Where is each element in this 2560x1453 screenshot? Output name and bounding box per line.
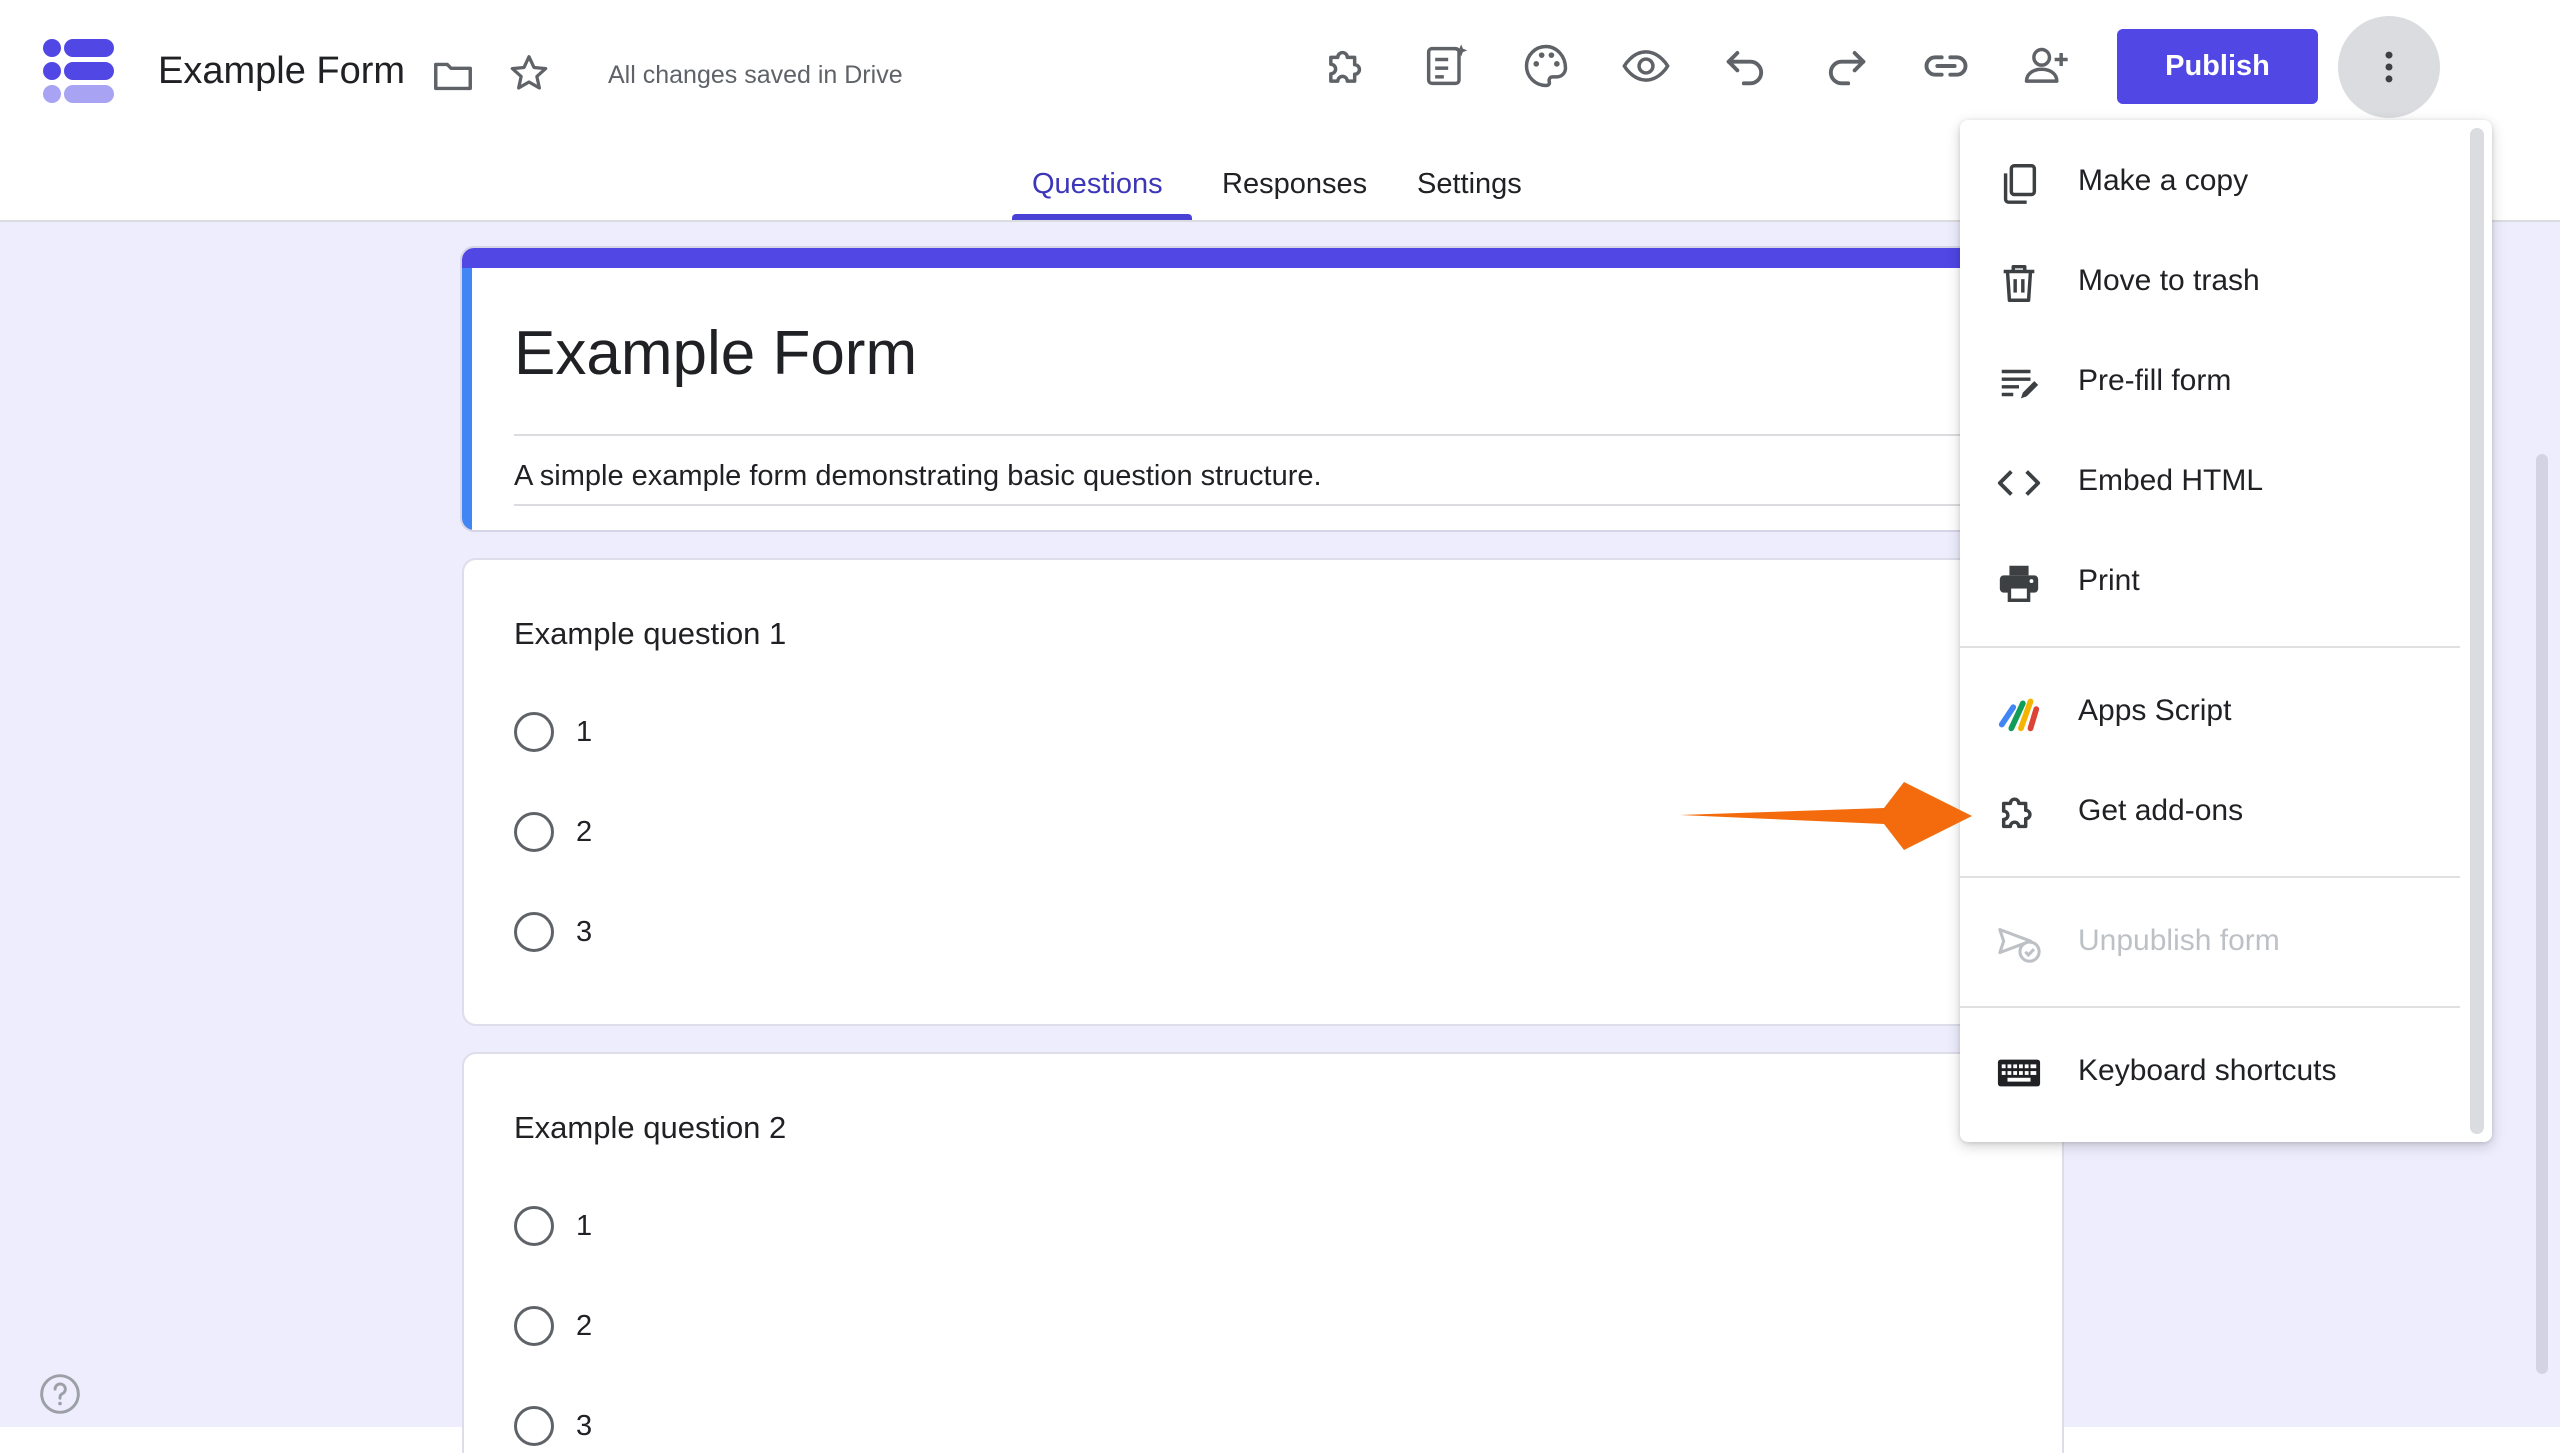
save-status: All changes saved in Drive xyxy=(608,61,903,89)
keyboard-icon xyxy=(1996,1050,2042,1096)
menu-item-label: Print xyxy=(2078,564,2140,597)
undo-icon[interactable] xyxy=(1720,40,1772,92)
more-options-button[interactable] xyxy=(2338,16,2440,118)
option-label: 2 xyxy=(576,1309,593,1342)
radio-option[interactable]: 2 xyxy=(514,810,592,854)
menu-item-apps-script[interactable]: Apps Script xyxy=(1960,662,2470,762)
menu-item-make-copy[interactable]: Make a copy xyxy=(1960,132,2470,232)
menu-item-label: Apps Script xyxy=(2078,694,2232,727)
menu-item-label: Embed HTML xyxy=(2078,464,2264,497)
radio-button[interactable] xyxy=(514,712,554,752)
page-scrollbar[interactable] xyxy=(2536,454,2548,1374)
form-description[interactable]: A simple example form demonstrating basi… xyxy=(514,460,1322,493)
star-icon[interactable] xyxy=(506,50,552,96)
code-icon xyxy=(1996,460,2042,506)
menu-divider xyxy=(1960,1006,2460,1008)
radio-option[interactable]: 2 xyxy=(514,1304,592,1348)
question-title[interactable]: Example question 2 xyxy=(514,1110,786,1146)
radio-option[interactable]: 3 xyxy=(514,1404,592,1448)
menu-item-label: Pre-fill form xyxy=(2078,364,2232,397)
link-icon[interactable] xyxy=(1920,40,1972,92)
form-title[interactable]: Example Form xyxy=(514,318,917,389)
radio-button[interactable] xyxy=(514,812,554,852)
menu-item-label: Keyboard shortcuts xyxy=(2078,1054,2337,1087)
menu-item-print[interactable]: Print xyxy=(1960,532,2470,632)
card-focus-bar xyxy=(462,268,472,530)
menu-scrollbar[interactable] xyxy=(2470,128,2484,1134)
help-icon[interactable] xyxy=(38,1372,82,1416)
copy-icon xyxy=(1996,160,2042,206)
folder-icon[interactable] xyxy=(430,52,476,98)
form-name[interactable]: Example Form xyxy=(158,50,405,93)
ai-form-icon[interactable] xyxy=(1420,40,1472,92)
add-ons-icon xyxy=(1996,790,2042,836)
menu-item-embed-html[interactable]: Embed HTML xyxy=(1960,432,2470,532)
tab-settings[interactable]: Settings xyxy=(1417,168,1522,201)
menu-item-get-add-ons[interactable]: Get add-ons xyxy=(1960,762,2470,862)
question-title[interactable]: Example question 1 xyxy=(514,616,786,652)
print-icon xyxy=(1996,560,2042,606)
menu-item-keyboard-shortcuts[interactable]: Keyboard shortcuts xyxy=(1960,1022,2470,1122)
option-label: 3 xyxy=(576,915,593,948)
add-collaborator-icon[interactable] xyxy=(2020,40,2072,92)
title-underline xyxy=(514,434,2014,436)
forms-logo-icon[interactable] xyxy=(40,38,116,104)
radio-button[interactable] xyxy=(514,1406,554,1446)
menu-item-label: Unpublish form xyxy=(2078,924,2280,957)
menu-item-unpublish-form: Unpublish form xyxy=(1960,892,2470,992)
preview-eye-icon[interactable] xyxy=(1620,40,1672,92)
menu-item-label: Move to trash xyxy=(2078,264,2260,297)
publish-button[interactable]: Publish xyxy=(2117,29,2318,104)
radio-option[interactable]: 1 xyxy=(514,710,592,754)
palette-icon[interactable] xyxy=(1520,40,1572,92)
form-header-card[interactable]: Example Form A simple example form demon… xyxy=(460,246,2064,532)
redo-icon[interactable] xyxy=(1820,40,1872,92)
more-options-menu: Make a copy Move to trash Pre-fill form … xyxy=(1960,120,2492,1142)
trash-icon xyxy=(1996,260,2042,306)
radio-button[interactable] xyxy=(514,912,554,952)
more-vert-icon xyxy=(2385,51,2393,83)
menu-item-move-to-trash[interactable]: Move to trash xyxy=(1960,232,2470,332)
radio-button[interactable] xyxy=(514,1306,554,1346)
menu-item-prefill-form[interactable]: Pre-fill form xyxy=(1960,332,2470,432)
radio-option[interactable]: 3 xyxy=(514,910,592,954)
question-card[interactable]: Example question 2 1 2 3 xyxy=(462,1052,2064,1453)
prefill-icon xyxy=(1996,360,2042,406)
unpublish-icon xyxy=(1996,920,2042,966)
menu-divider xyxy=(1960,646,2460,648)
option-label: 1 xyxy=(576,715,593,748)
radio-button[interactable] xyxy=(514,1206,554,1246)
card-accent-bar xyxy=(462,248,2062,268)
menu-divider xyxy=(1960,876,2460,878)
active-tab-indicator xyxy=(1012,214,1192,220)
description-underline xyxy=(514,504,2014,506)
tab-responses[interactable]: Responses xyxy=(1222,168,1367,201)
menu-item-label: Get add-ons xyxy=(2078,794,2244,827)
annotation-arrow-icon xyxy=(1676,778,1976,854)
option-label: 3 xyxy=(576,1409,593,1442)
option-label: 1 xyxy=(576,1209,593,1242)
radio-option[interactable]: 1 xyxy=(514,1204,592,1248)
menu-item-label: Make a copy xyxy=(2078,164,2249,197)
option-label: 2 xyxy=(576,815,593,848)
apps-script-icon xyxy=(1996,690,2042,736)
add-ons-icon[interactable] xyxy=(1320,40,1372,92)
tab-questions[interactable]: Questions xyxy=(1032,168,1163,201)
